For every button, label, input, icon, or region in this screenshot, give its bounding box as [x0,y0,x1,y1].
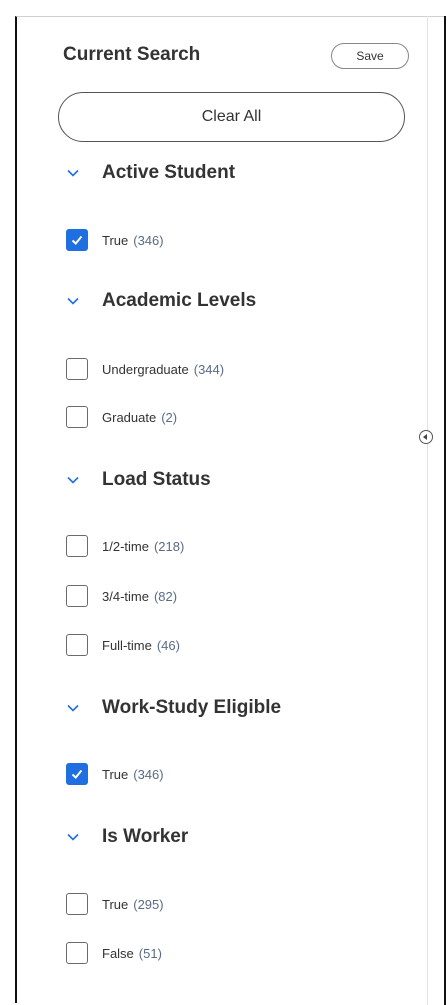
checkbox[interactable] [66,585,88,607]
facet-header-work-study-eligible[interactable]: Work-Study Eligible [66,693,281,723]
facet-option-work-study-true[interactable]: True (346) [66,761,164,787]
option-label: False [102,945,134,961]
facet-header-active-student[interactable]: Active Student [66,158,235,188]
save-button[interactable]: Save [331,43,409,69]
option-count: (344) [193,361,225,377]
option-label: 3/4-time [102,588,149,604]
chevron-down-icon[interactable] [66,830,80,844]
facet-title: Load Status [102,469,211,490]
checkbox[interactable] [66,535,88,557]
option-count: (346) [133,232,164,248]
checkbox[interactable] [66,406,88,428]
option-count: (46) [156,637,180,653]
panel-title: Current Search [63,44,201,65]
option-label: True [102,766,129,782]
facet-option-undergraduate[interactable]: Undergraduate (344) [66,356,224,382]
window-edge [444,16,446,1005]
facet-header-load-status[interactable]: Load Status [66,465,211,495]
checkbox[interactable] [66,763,88,785]
checkbox[interactable] [66,358,88,380]
facet-option-half-time[interactable]: 1/2-time (218) [66,533,184,559]
facet-option-is-worker-true[interactable]: True (295) [66,891,164,917]
facet-option-is-worker-false[interactable]: False (51) [66,940,162,966]
option-label: 1/2-time [102,538,149,554]
option-count: (218) [153,538,185,554]
checkbox[interactable] [66,634,88,656]
facet-option-three-quarter-time[interactable]: 3/4-time (82) [66,583,177,609]
facet-header-is-worker[interactable]: Is Worker [66,822,188,852]
facet-option-full-time[interactable]: Full-time (46) [66,632,180,658]
option-count: (346) [133,766,164,782]
option-count: (2) [161,409,178,425]
checkbox[interactable] [66,942,88,964]
facet-title: Academic Levels [102,290,257,311]
option-label: Full-time [102,637,152,653]
chevron-down-icon[interactable] [66,701,80,715]
checkbox[interactable] [66,893,88,915]
facet-option-graduate[interactable]: Graduate (2) [66,404,177,430]
panel-divider [427,16,428,1005]
facet-title: Active Student [102,162,236,183]
checkbox[interactable] [66,229,88,251]
option-label: True [102,896,129,912]
option-label: Graduate [102,409,157,425]
checkmark-icon [71,769,83,779]
facet-option-active-student-true[interactable]: True (346) [66,227,164,253]
chevron-down-icon[interactable] [66,473,80,487]
checkmark-icon [71,235,83,245]
option-label: Undergraduate [102,361,189,377]
facet-title: Is Worker [102,826,189,847]
option-label: True [102,232,129,248]
facet-header-academic-levels[interactable]: Academic Levels [66,286,256,316]
option-count: (51) [138,945,162,961]
chevron-down-icon[interactable] [66,294,80,308]
collapse-left-icon[interactable] [419,430,433,444]
chevron-down-icon[interactable] [66,166,80,180]
option-count: (295) [133,896,164,912]
clear-all-button[interactable]: Clear All [58,92,405,142]
option-count: (82) [153,588,178,604]
facet-title: Work-Study Eligible [102,697,282,718]
